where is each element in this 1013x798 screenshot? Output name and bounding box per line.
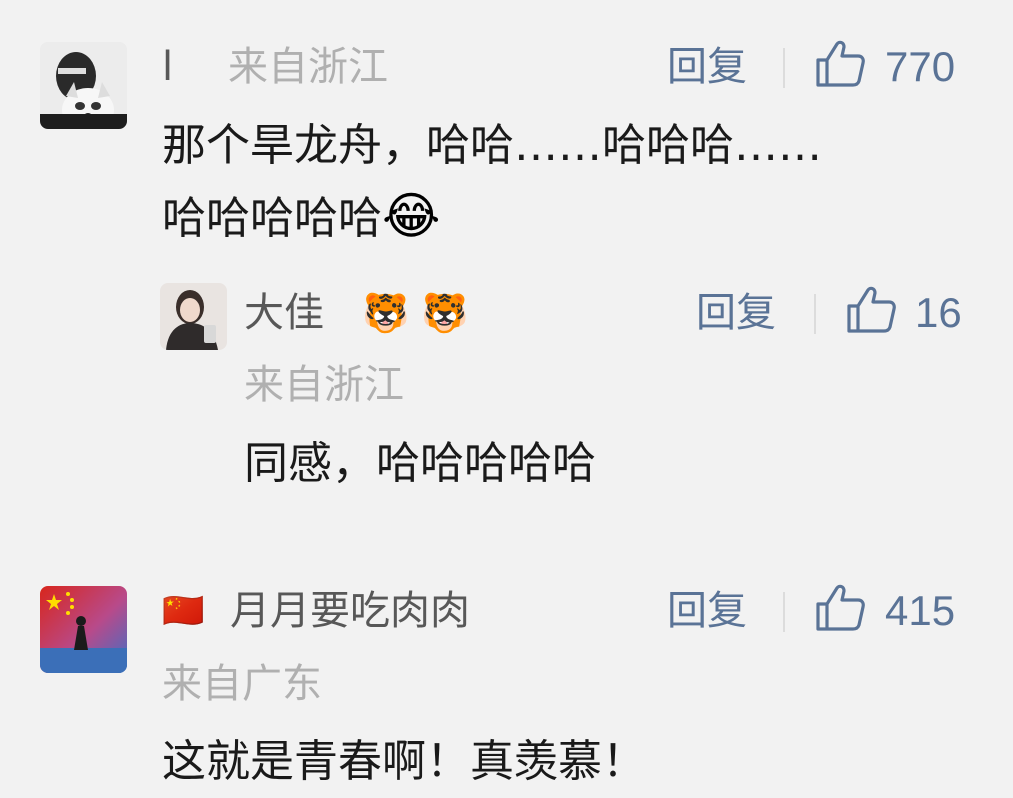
reply-button[interactable]: 回复 <box>667 584 747 638</box>
like-button[interactable] <box>814 582 866 634</box>
laughing-emoji-icon: 😂 <box>382 187 441 245</box>
woman-photo-icon <box>160 283 227 350</box>
person-with-dog-icon <box>40 42 127 129</box>
commenter-name[interactable]: 月月要吃肉肉 <box>230 584 470 638</box>
thumbs-up-icon <box>816 584 865 631</box>
thumbs-up-icon <box>816 40 865 87</box>
location-label: 来自浙江 <box>228 44 388 90</box>
comment-text: 这就是青春啊！真羡慕！ <box>162 736 646 787</box>
like-button[interactable] <box>845 284 897 336</box>
comment-text-line: 哈哈哈哈哈😂 <box>162 186 440 250</box>
commenter-name[interactable]: l <box>162 40 173 94</box>
like-count: 770 <box>885 43 956 90</box>
location-label: 来自浙江 <box>244 362 404 408</box>
avatar[interactable] <box>160 283 227 350</box>
comment-text-line: 那个旱龙舟，哈哈……哈哈哈…… <box>162 120 822 171</box>
like-count: 415 <box>885 587 956 634</box>
like-button[interactable] <box>814 38 866 90</box>
like-count: 16 <box>915 289 962 336</box>
location-label: 来自广东 <box>162 661 322 707</box>
avatar[interactable] <box>40 42 127 129</box>
avatar[interactable] <box>40 586 127 673</box>
china-flag-icon: 🇨🇳 <box>162 591 205 631</box>
thumbs-up-icon <box>847 286 896 333</box>
reply-button[interactable]: 回复 <box>667 40 747 94</box>
separator <box>783 48 785 88</box>
separator <box>783 592 785 632</box>
commenter-name[interactable]: 大佳 <box>244 286 324 340</box>
comment-text: 哈哈哈哈哈 <box>162 193 382 244</box>
separator <box>814 294 816 334</box>
tiger-emoji-icon: 🐯 🐯 <box>362 291 469 335</box>
reply-button[interactable]: 回复 <box>696 286 776 340</box>
china-flag-beach-photo-icon <box>40 586 127 673</box>
comment-text: 同感，哈哈哈哈哈 <box>244 438 596 489</box>
